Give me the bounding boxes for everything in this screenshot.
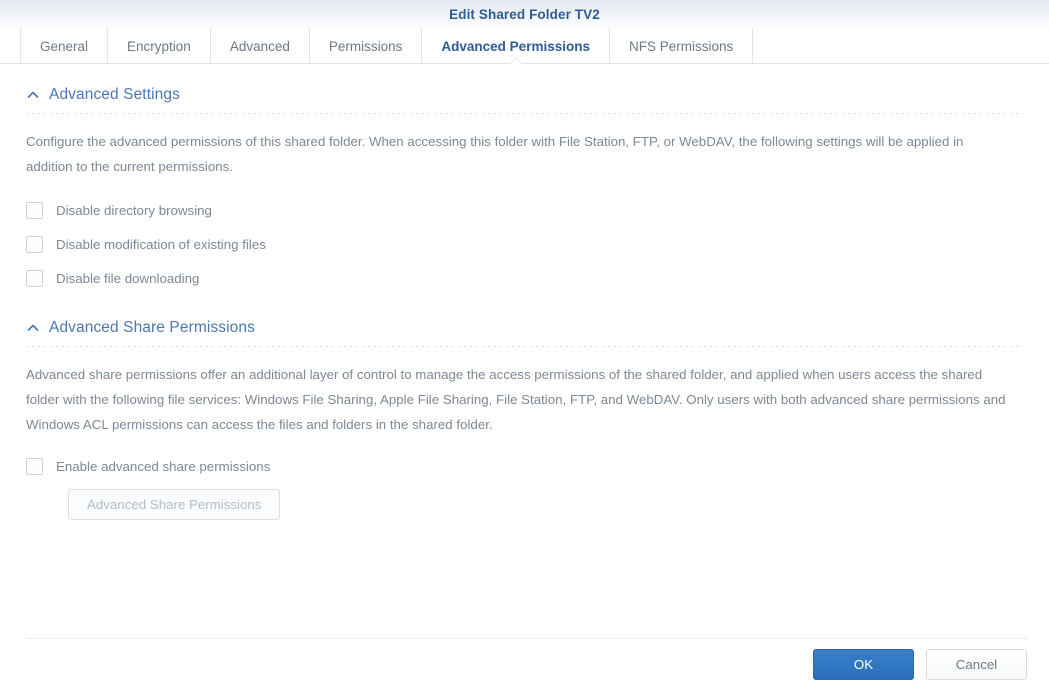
footer-button-group: OK Cancel <box>813 649 1027 680</box>
ok-button[interactable]: OK <box>813 649 914 680</box>
chevron-up-icon <box>26 88 40 102</box>
tab-label: NFS Permissions <box>628 38 734 54</box>
checkbox-enable-advanced-share-permissions[interactable] <box>26 457 43 475</box>
checkbox-row-disable-modification[interactable]: Disable modification of existing files <box>26 227 266 261</box>
tab-general[interactable]: General <box>20 28 107 64</box>
advanced-settings-description: Configure the advanced permissions of th… <box>26 134 964 174</box>
tab-label: Permissions <box>328 38 403 54</box>
tab-nfs-permissions[interactable]: NFS Permissions <box>608 28 752 64</box>
dialog-content: Advanced Settings Configure the advanced… <box>0 64 1049 520</box>
tab-label: General <box>40 38 89 54</box>
checkbox-disable-modification-of-existing-files[interactable] <box>26 235 43 253</box>
window-titlebar: Edit Shared Folder TV2 <box>0 0 1049 28</box>
checkbox-row-disable-file-downloading[interactable]: Disable file downloading <box>26 261 199 295</box>
tab-advanced-permissions[interactable]: Advanced Permissions <box>421 28 609 66</box>
checkbox-label: Disable file downloading <box>56 270 200 286</box>
checkbox-label: Disable modification of existing files <box>56 236 266 252</box>
advanced-settings-checkbox-list: Disable directory browsing Disable modif… <box>26 193 1023 295</box>
tab-encryption[interactable]: Encryption <box>107 28 210 64</box>
chevron-up-icon <box>26 321 40 335</box>
advanced-share-permissions-description: Advanced share permissions offer an addi… <box>26 367 1006 432</box>
advanced-share-permissions-button[interactable]: Advanced Share Permissions <box>68 489 281 520</box>
section-title: Advanced Share Permissions <box>49 319 255 336</box>
section-divider <box>26 346 1023 347</box>
dialog-footer: OK Cancel <box>0 638 1049 691</box>
active-tab-notch-icon <box>507 57 524 66</box>
advanced-share-permissions-controls: Enable advanced share permissions Advanc… <box>26 449 1023 520</box>
section-divider <box>26 113 1023 114</box>
tab-bar: General Encryption Advanced Permissions … <box>0 28 1049 66</box>
checkbox-row-enable-advanced-share-permissions[interactable]: Enable advanced share permissions <box>26 449 270 483</box>
section-header-advanced-share-permissions[interactable]: Advanced Share Permissions <box>26 295 255 337</box>
tab-label: Advanced Permissions <box>441 38 590 54</box>
section-title: Advanced Settings <box>49 86 180 103</box>
tab-label: Advanced <box>229 38 290 54</box>
checkbox-disable-directory-browsing[interactable] <box>26 201 43 219</box>
checkbox-label: Disable directory browsing <box>56 202 212 218</box>
checkbox-label: Enable advanced share permissions <box>56 458 271 474</box>
cancel-button[interactable]: Cancel <box>926 649 1027 680</box>
checkbox-disable-file-downloading[interactable] <box>26 269 43 287</box>
section-header-advanced-settings[interactable]: Advanced Settings <box>26 64 180 104</box>
window-title: Edit Shared Folder TV2 <box>449 6 600 22</box>
tab-label: Encryption <box>127 38 191 54</box>
tab-bar-end-separator <box>752 28 754 64</box>
footer-divider <box>26 638 1027 639</box>
checkbox-row-disable-directory-browsing[interactable]: Disable directory browsing <box>26 193 212 227</box>
tab-permissions[interactable]: Permissions <box>308 28 422 64</box>
tab-advanced[interactable]: Advanced <box>209 28 309 64</box>
